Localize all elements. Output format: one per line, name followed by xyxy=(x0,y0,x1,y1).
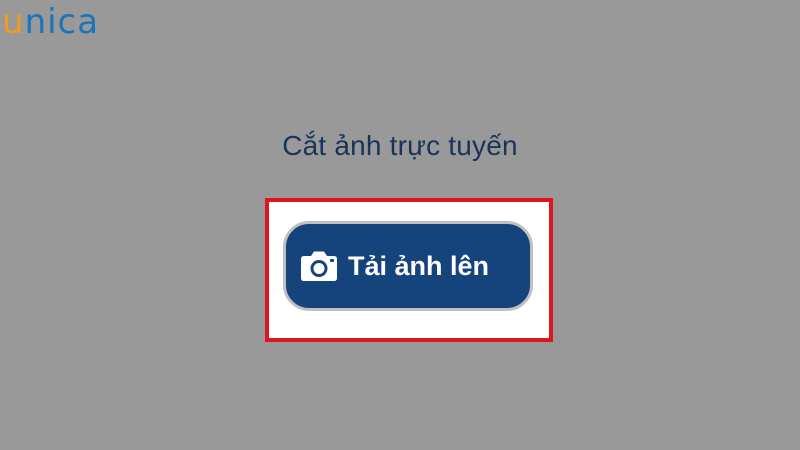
upload-image-button[interactable]: Tải ảnh lên xyxy=(283,221,533,311)
page-title: Cắt ảnh trực tuyến xyxy=(282,130,518,161)
logo-letters-nica: nica xyxy=(24,2,100,42)
highlight-box: Tải ảnh lên xyxy=(265,198,553,342)
unica-logo[interactable]: u nica xyxy=(2,0,99,44)
camera-icon xyxy=(300,250,338,282)
logo-letter-u: u xyxy=(2,2,25,42)
upload-button-label: Tải ảnh lên xyxy=(348,250,490,281)
